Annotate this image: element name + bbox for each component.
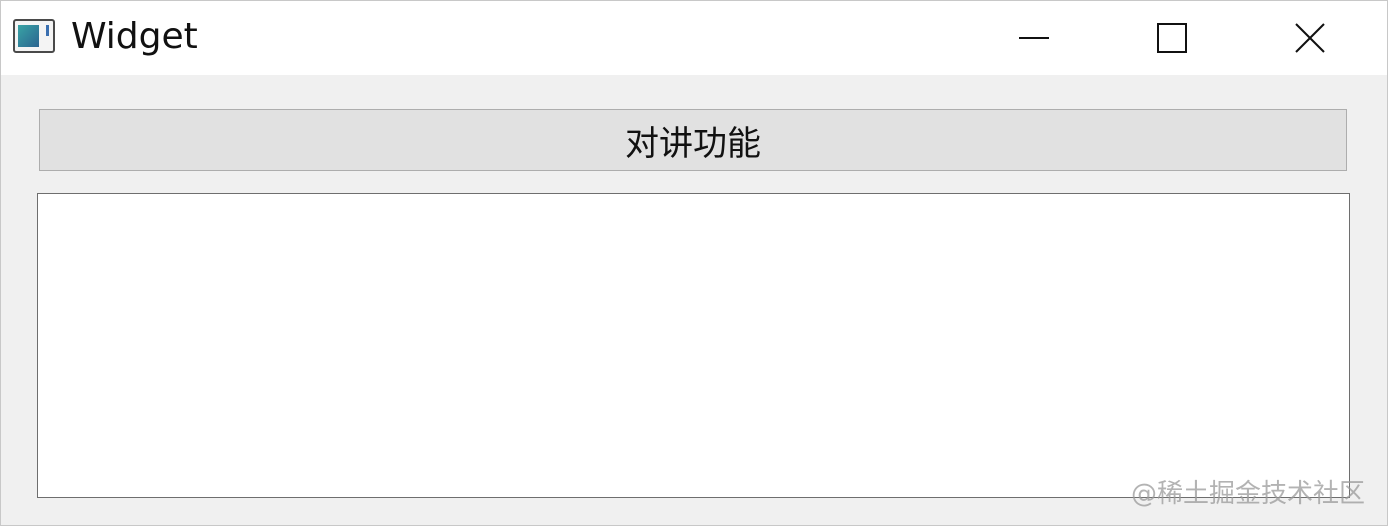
watermark-text: @稀土掘金技术社区: [1130, 479, 1365, 509]
maximize-button[interactable]: [1103, 1, 1241, 75]
close-icon: [1294, 22, 1326, 54]
maximize-icon: [1156, 22, 1188, 54]
main-window: Widget 对讲功能 @稀土掘金技术社区: [0, 0, 1388, 526]
minimize-icon: [1018, 22, 1050, 54]
window-title: Widget: [71, 16, 198, 57]
app-window-icon: [13, 19, 55, 53]
close-button[interactable]: [1241, 1, 1379, 75]
minimize-button[interactable]: [965, 1, 1103, 75]
title-bar[interactable]: Widget: [1, 1, 1387, 75]
intercom-button[interactable]: 对讲功能: [39, 109, 1347, 171]
output-text-area[interactable]: [37, 193, 1350, 498]
